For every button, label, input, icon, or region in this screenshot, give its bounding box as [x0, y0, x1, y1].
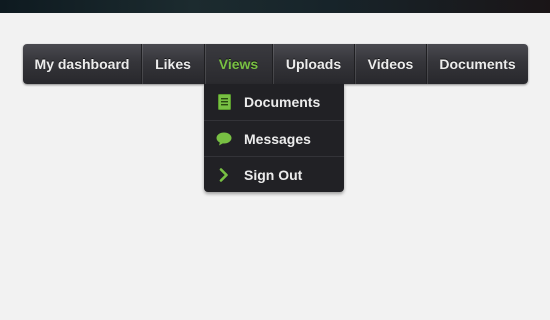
nav-item-likes[interactable]: Likes [141, 44, 204, 84]
document-icon [216, 94, 232, 110]
nav-item-label: Views [218, 56, 259, 72]
nav-item-documents[interactable]: Documents [426, 44, 528, 84]
dropdown-item-documents[interactable]: Documents [204, 84, 344, 120]
dropdown-item-label: Sign Out [244, 166, 303, 183]
chat-bubble-icon [216, 131, 232, 147]
nav-item-label: Uploads [285, 56, 342, 72]
nav-item-my-dashboard[interactable]: My dashboard [23, 44, 141, 84]
top-banner-strip [0, 0, 550, 13]
dropdown-item-label: Messages [244, 130, 311, 147]
nav-item-videos[interactable]: Videos [354, 44, 426, 84]
dropdown-item-label: Documents [244, 94, 321, 110]
nav-item-views[interactable]: Views [204, 44, 272, 84]
nav-item-label: Likes [155, 56, 191, 72]
views-dropdown-menu: Documents Messages Sign Out [204, 84, 344, 192]
chevron-right-icon [216, 167, 232, 183]
nav-item-label: Videos [367, 56, 414, 72]
nav-item-label: My dashboard [34, 56, 130, 72]
nav-item-uploads[interactable]: Uploads [272, 44, 354, 84]
dropdown-item-sign-out[interactable]: Sign Out [204, 156, 344, 192]
main-navigation-bar: My dashboard Likes Views Uploads Videos … [23, 44, 528, 84]
nav-item-label: Documents [439, 56, 516, 72]
dropdown-item-messages[interactable]: Messages [204, 120, 344, 156]
